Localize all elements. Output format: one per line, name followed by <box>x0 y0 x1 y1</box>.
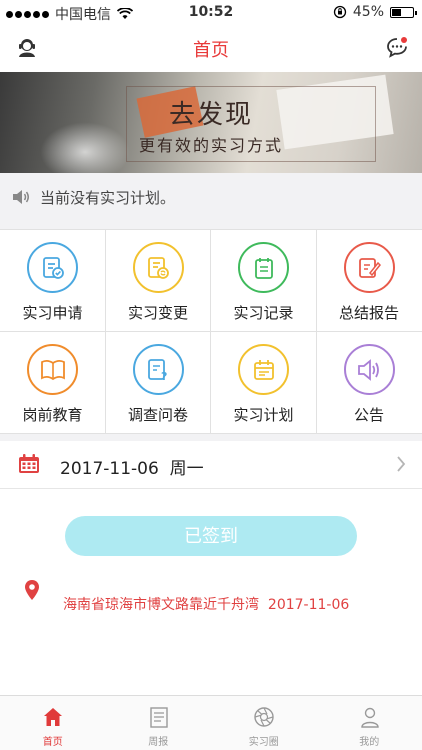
menu-item-announcement[interactable]: 公告 <box>316 332 422 434</box>
menu-item-education[interactable]: 岗前教育 <box>0 332 106 434</box>
battery-percent: 45% <box>352 4 384 20</box>
report-icon <box>343 242 395 293</box>
home-icon <box>44 708 62 726</box>
menu-item-apply[interactable]: 实习申请 <box>0 230 106 332</box>
tab-internship-circle[interactable]: 实习圈 <box>211 696 317 750</box>
tab-label: 周报 <box>148 737 169 748</box>
menu-item-plan[interactable]: 实习计划 <box>211 332 317 434</box>
battery-icon <box>390 6 417 18</box>
chevron-right-icon <box>397 456 406 472</box>
calendar-icon <box>19 454 39 473</box>
checkin-panel: 已签到 海南省琼海市博文路靠近千舟湾 2017-11-06 <box>0 489 422 695</box>
record-icon <box>238 242 289 293</box>
tab-home[interactable]: 首页 <box>0 696 106 750</box>
svg-text:?: ? <box>161 370 167 383</box>
location-address: 海南省琼海市博文路靠近千舟湾 <box>63 597 259 613</box>
menu-label: 实习记录 <box>233 304 294 322</box>
tab-bar: 首页 周报 实习圈 我的 <box>0 695 422 750</box>
menu-label: 总结报告 <box>338 304 399 322</box>
menu-label: 实习计划 <box>233 406 294 424</box>
nav-bar: 首页 <box>0 24 422 72</box>
status-bar: 中国电信 10:52 45% <box>0 0 422 24</box>
apply-icon <box>27 242 78 293</box>
notice-text: 当前没有实习计划。 <box>40 188 176 207</box>
page-title: 首页 <box>193 40 229 61</box>
tab-label: 我的 <box>359 737 380 748</box>
speaker-icon <box>13 190 29 204</box>
weekly-report-icon <box>149 707 168 728</box>
banner-title: 去发现 <box>168 100 253 130</box>
date-value: 2017-11-06 <box>60 459 159 479</box>
signed-in-button[interactable]: 已签到 <box>65 516 357 556</box>
menu-item-record[interactable]: 实习记录 <box>211 230 317 332</box>
checkin-location: 海南省琼海市博文路靠近千舟湾 2017-11-06 <box>63 594 349 614</box>
aperture-icon <box>254 707 274 727</box>
user-icon <box>360 707 379 728</box>
menu-label: 实习变更 <box>127 304 188 322</box>
battery-area: 45% <box>333 4 417 20</box>
menu-label: 岗前教育 <box>22 406 83 424</box>
feature-grid: 实习申请 实习变更 实习记录 总结报告 岗前教育 ? 调查问卷 实习计划 公告 <box>0 229 422 434</box>
message-icon[interactable] <box>386 36 408 58</box>
menu-label: 公告 <box>353 406 384 424</box>
menu-item-change[interactable]: 实习变更 <box>105 230 211 332</box>
tab-weekly-report[interactable]: 周报 <box>106 696 212 750</box>
weekday-value: 周一 <box>169 459 204 479</box>
notice-bar: 当前没有实习计划。 <box>0 173 422 221</box>
menu-label: 调查问卷 <box>127 406 188 424</box>
menu-item-report[interactable]: 总结报告 <box>316 230 422 332</box>
banner[interactable]: 去发现 更有效的实习方式 <box>0 72 422 173</box>
menu-item-survey[interactable]: ? 调查问卷 <box>105 332 211 434</box>
tab-mine[interactable]: 我的 <box>317 696 422 750</box>
tab-label: 首页 <box>42 737 63 748</box>
survey-icon: ? <box>132 344 184 395</box>
date-row[interactable]: 2017-11-06 周一 <box>0 441 422 489</box>
location-date: 2017-11-06 <box>267 597 350 613</box>
current-date: 2017-11-06 周一 <box>60 454 204 479</box>
banner-subtitle: 更有效的实习方式 <box>138 136 283 155</box>
tab-label: 实习圈 <box>248 737 279 748</box>
location-pin-icon <box>25 580 39 600</box>
plan-icon <box>238 344 289 395</box>
menu-label: 实习申请 <box>22 304 83 322</box>
book-icon <box>27 344 78 395</box>
announce-icon <box>343 344 395 395</box>
change-icon <box>132 242 184 293</box>
orientation-lock-icon <box>333 5 347 19</box>
